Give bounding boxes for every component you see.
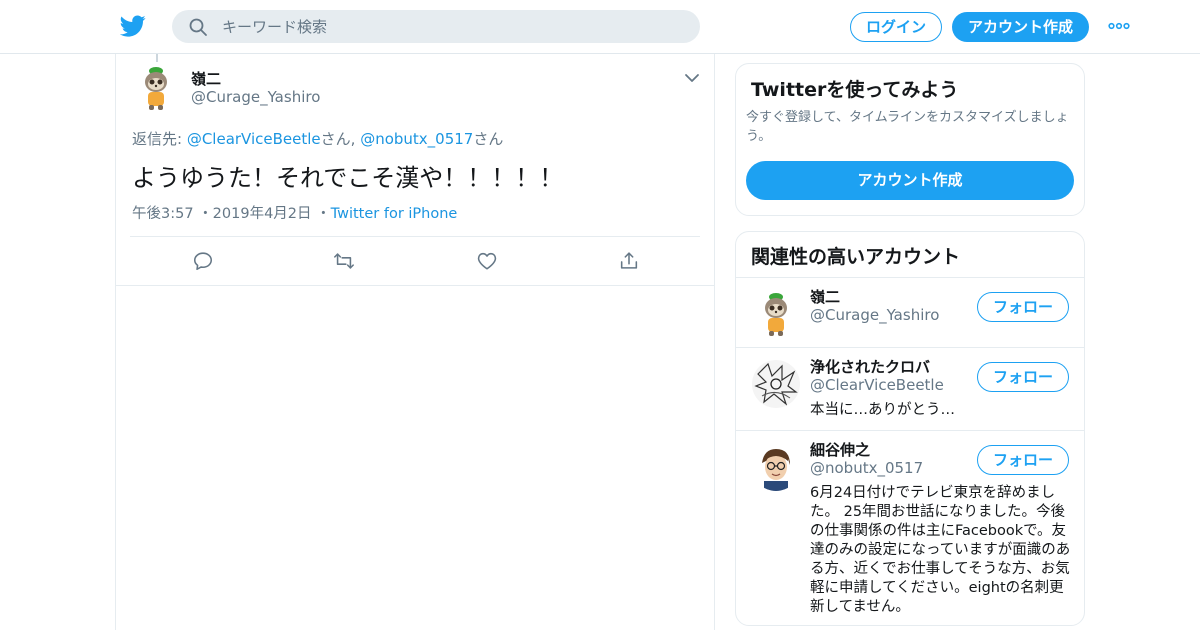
account-item[interactable]: 浄化されたクロバ @ClearViceBeetle 本当に…ありがとう… フォロ… xyxy=(736,348,1084,430)
account-bio: 6月24日付けでテレビ東京を辞めました。 25年間お世話になりました。今後の仕事… xyxy=(810,485,1071,615)
signup-card-button[interactable]: アカウント作成 xyxy=(746,161,1074,200)
follow-button[interactable]: フォロー xyxy=(977,292,1069,322)
retweet-icon[interactable] xyxy=(333,250,355,272)
search-input[interactable] xyxy=(222,10,682,43)
manga-avatar-image xyxy=(752,360,800,408)
search-icon xyxy=(189,18,207,36)
tweet-source[interactable]: Twitter for iPhone xyxy=(331,206,458,222)
avatar[interactable] xyxy=(752,360,800,408)
tweet-column: 嶺二 @Curage_Yashiro 返信先: @ClearViceBeetle… xyxy=(115,54,715,630)
top-bar: ログイン アカウント作成 xyxy=(0,0,1200,54)
share-icon[interactable] xyxy=(618,250,640,272)
related-accounts-card: 関連性の高いアカウント 嶺二 @Curage_Yashiro フォロー 浄化され… xyxy=(735,231,1085,626)
account-handle[interactable]: @nobutx_0517 xyxy=(810,459,923,477)
related-accounts-title: 関連性の高いアカウント xyxy=(751,246,961,268)
divider xyxy=(130,236,700,237)
portrait-avatar-image xyxy=(752,443,800,491)
tweet-meta: 午後3:57 ・2019年4月2日 ・Twitter for iPhone xyxy=(132,202,457,223)
search-box[interactable] xyxy=(172,10,700,43)
signup-button[interactable]: アカウント作成 xyxy=(952,12,1089,42)
author-handle[interactable]: @Curage_Yashiro xyxy=(191,88,320,106)
account-handle[interactable]: @ClearViceBeetle xyxy=(810,376,944,394)
more-icon[interactable] xyxy=(1108,19,1130,33)
tweet-time[interactable]: 午後3:57 xyxy=(132,206,194,222)
twitter-bird-icon[interactable] xyxy=(120,13,146,39)
thread-line xyxy=(156,54,158,62)
sloth-avatar-image xyxy=(132,64,180,112)
account-name[interactable]: 嶺二 xyxy=(810,286,840,307)
tweet-text: ようゆうた！それでこそ漢や！！！！！ xyxy=(132,164,564,192)
honorific: さん xyxy=(473,130,504,148)
signup-card: Twitterを使ってみよう 今すぐ登録して、タイムラインをカスタマイズしましょ… xyxy=(735,63,1085,216)
reply-icon[interactable] xyxy=(192,250,214,272)
follow-button[interactable]: フォロー xyxy=(977,445,1069,475)
separator-dot: ・ xyxy=(316,206,331,222)
follow-button[interactable]: フォロー xyxy=(977,362,1069,392)
like-icon[interactable] xyxy=(476,250,498,272)
account-item[interactable]: 細谷伸之 @nobutx_0517 6月24日付けでテレビ東京を辞めました。 2… xyxy=(736,431,1084,625)
avatar[interactable] xyxy=(752,290,800,338)
replying-prefix: 返信先: xyxy=(132,130,187,148)
reply-to-link[interactable]: @ClearViceBeetle xyxy=(187,130,321,148)
divider xyxy=(116,285,714,286)
separator-dot: ・ xyxy=(198,206,213,222)
account-name[interactable]: 浄化されたクロバ xyxy=(810,356,930,377)
chevron-down-icon[interactable] xyxy=(684,72,700,84)
reply-to-link[interactable]: @nobutx_0517 xyxy=(360,130,473,148)
tweet-date[interactable]: 2019年4月2日 xyxy=(213,206,312,222)
author-name[interactable]: 嶺二 xyxy=(191,68,221,89)
sloth-avatar-image xyxy=(752,290,800,338)
avatar[interactable] xyxy=(132,64,180,112)
account-name[interactable]: 細谷伸之 xyxy=(810,439,870,460)
signup-card-description: 今すぐ登録して、タイムラインをカスタマイズしましょう。 xyxy=(746,110,1069,144)
honorific: さん, xyxy=(320,130,361,148)
login-button[interactable]: ログイン xyxy=(850,12,942,42)
avatar[interactable] xyxy=(752,443,800,491)
signup-card-title: Twitterを使ってみよう xyxy=(751,79,959,101)
account-item[interactable]: 嶺二 @Curage_Yashiro フォロー xyxy=(736,278,1084,347)
account-bio: 本当に…ありがとう… xyxy=(810,402,955,418)
account-handle[interactable]: @Curage_Yashiro xyxy=(810,306,939,324)
replying-to: 返信先: @ClearViceBeetleさん, @nobutx_0517さん xyxy=(132,128,503,149)
